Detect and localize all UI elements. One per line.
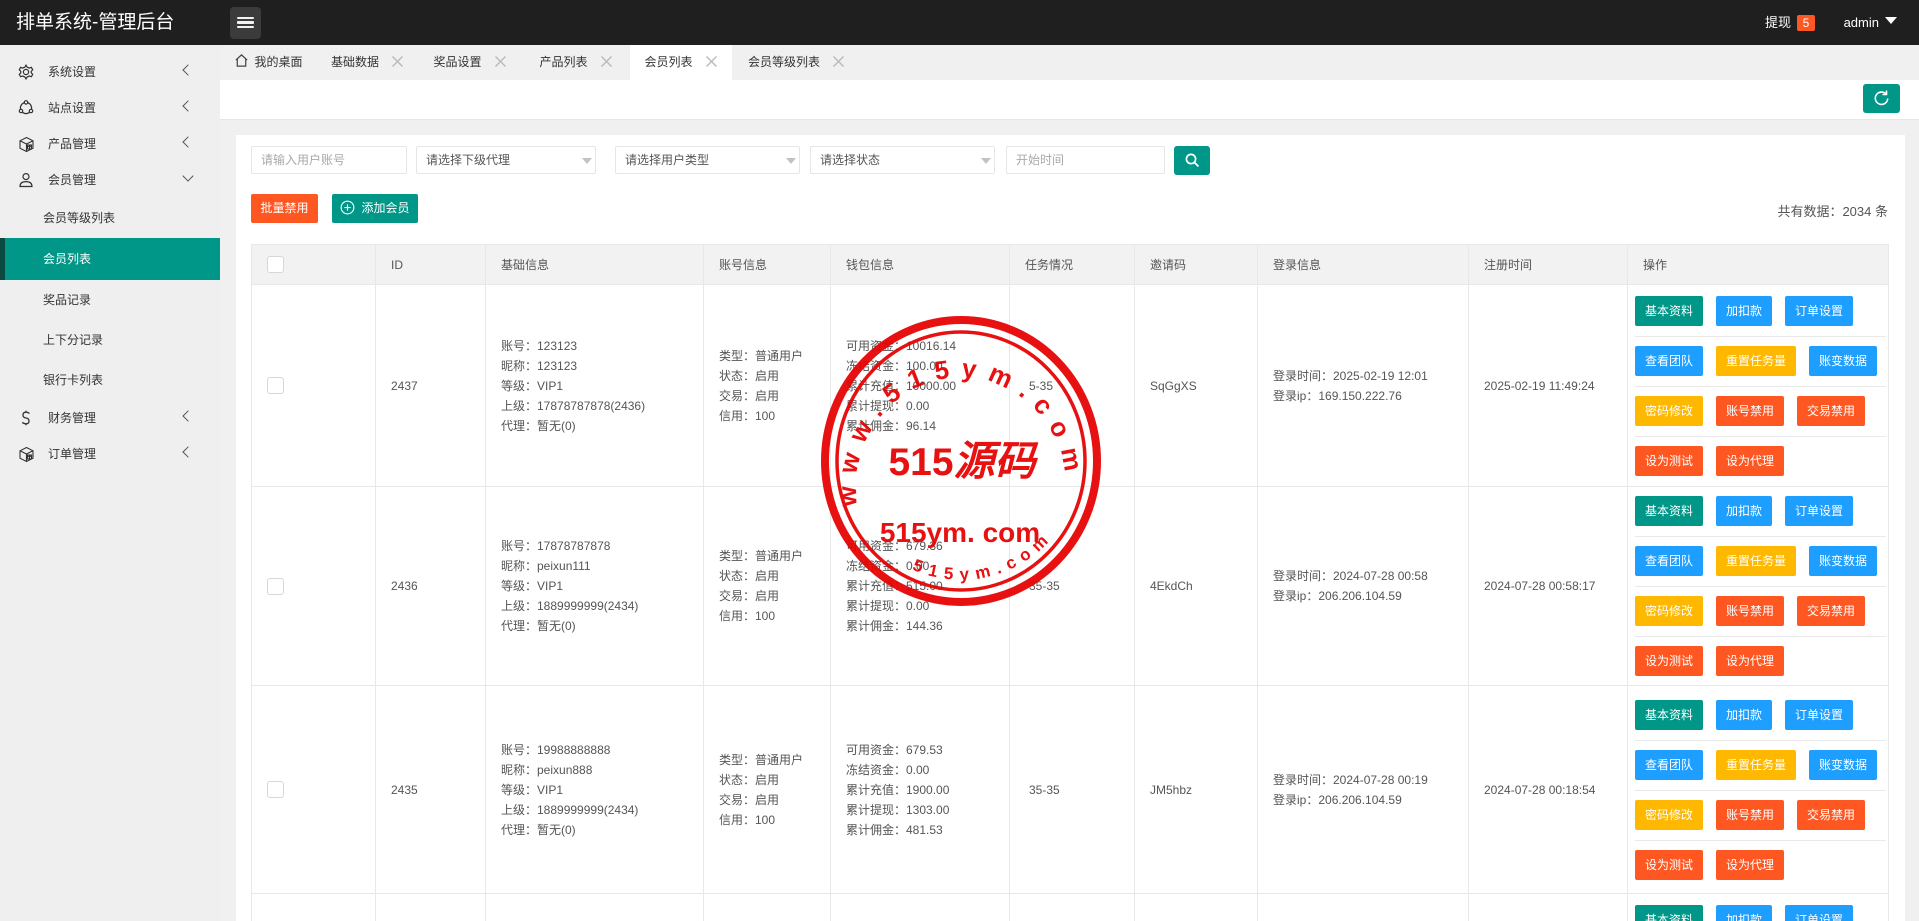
svg-text:www.515ym.com: www.515ym.com [832,353,1091,508]
svg-text:515ym. com: 515ym. com [880,517,1040,548]
svg-text:515源码: 515源码 [888,438,1038,484]
